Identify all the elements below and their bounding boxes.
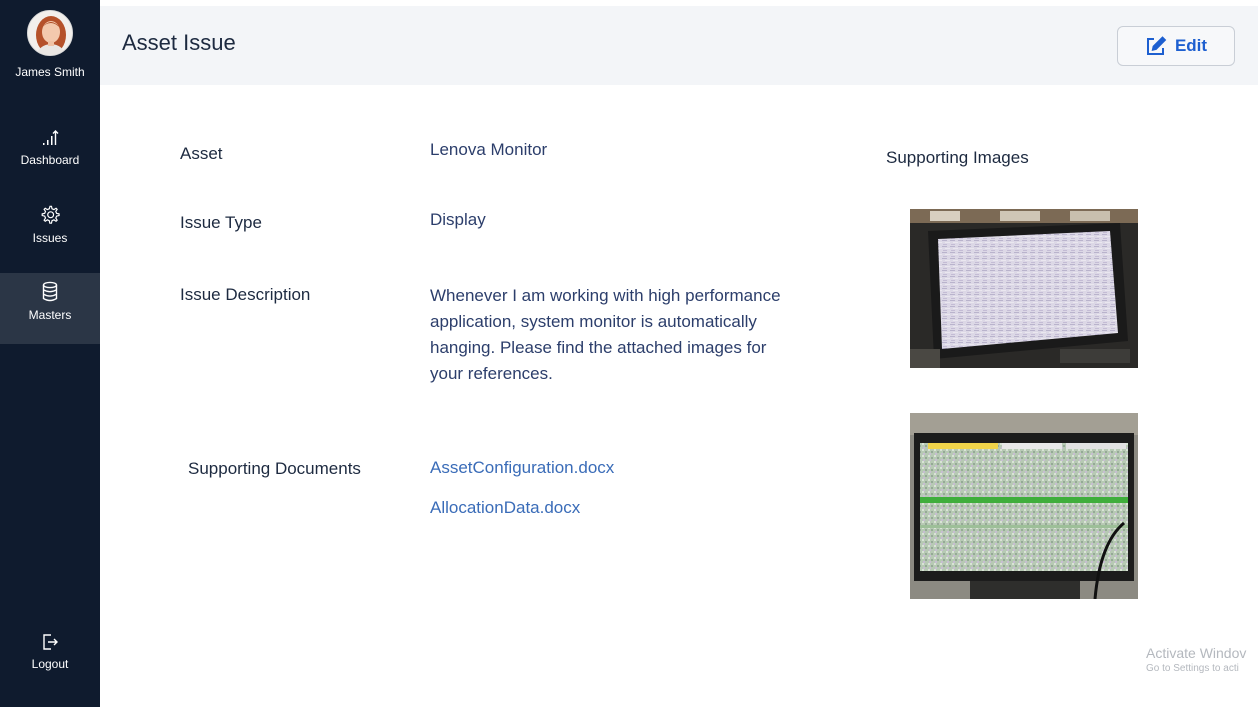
database-icon (42, 281, 58, 302)
user-profile[interactable]: James Smith (0, 10, 100, 79)
supporting-image-2[interactable] (910, 413, 1138, 599)
edit-button[interactable]: Edit (1117, 26, 1235, 66)
document-link-allocation-data[interactable]: AllocationData.docx (430, 498, 580, 518)
supporting-images-title: Supporting Images (886, 148, 1029, 167)
monitor-photo-image (910, 209, 1138, 368)
supporting-documents-label: Supporting Documents (188, 459, 361, 478)
description-line: application, system monitor is automatic… (430, 312, 757, 331)
document-link-asset-configuration[interactable]: AssetConfiguration.docx (430, 458, 614, 478)
logout-label: Logout (31, 657, 69, 671)
issue-description-value: Whenever I am working with high performa… (430, 283, 870, 387)
asset-label: Asset (180, 144, 223, 163)
issue-description-label: Issue Description (180, 285, 311, 304)
logout-icon (43, 634, 58, 650)
edit-icon (1146, 36, 1167, 55)
sidebar-item-dashboard[interactable]: Dashboard (0, 128, 100, 194)
issue-type-label: Issue Type (180, 213, 262, 232)
sidebar: James Smith Dashboard Issues Masters Log… (0, 0, 100, 707)
bar-chart-icon (43, 130, 59, 145)
avatar (27, 10, 73, 56)
issue-type-value: Display (430, 210, 486, 229)
sidebar-item-masters[interactable]: Masters (0, 273, 100, 344)
sidebar-item-label: Masters (28, 308, 72, 322)
sidebar-item-label: Dashboard (20, 153, 80, 167)
edit-label: Edit (1174, 36, 1208, 55)
avatar-portrait-icon (28, 11, 72, 55)
page-header: Asset Issue Edit (100, 6, 1258, 85)
activation-watermark-subtitle: Go to Settings to acti (1146, 663, 1239, 674)
monitor-photo-image (910, 413, 1138, 599)
asset-value: Lenova Monitor (430, 140, 548, 159)
gear-icon (41, 205, 60, 224)
description-line: hanging. Please find the attached images… (430, 338, 767, 357)
sidebar-item-issues[interactable]: Issues (0, 204, 100, 270)
supporting-image-1[interactable] (910, 209, 1138, 368)
description-line: Whenever I am working with high performa… (430, 286, 781, 305)
description-line: your references. (430, 364, 553, 383)
user-name: James Smith (15, 65, 85, 79)
logout-button[interactable]: Logout (0, 632, 100, 698)
page-title: Asset Issue (122, 30, 236, 55)
activation-watermark-title: Activate Windov (1146, 645, 1247, 661)
sidebar-item-label: Issues (32, 231, 68, 245)
